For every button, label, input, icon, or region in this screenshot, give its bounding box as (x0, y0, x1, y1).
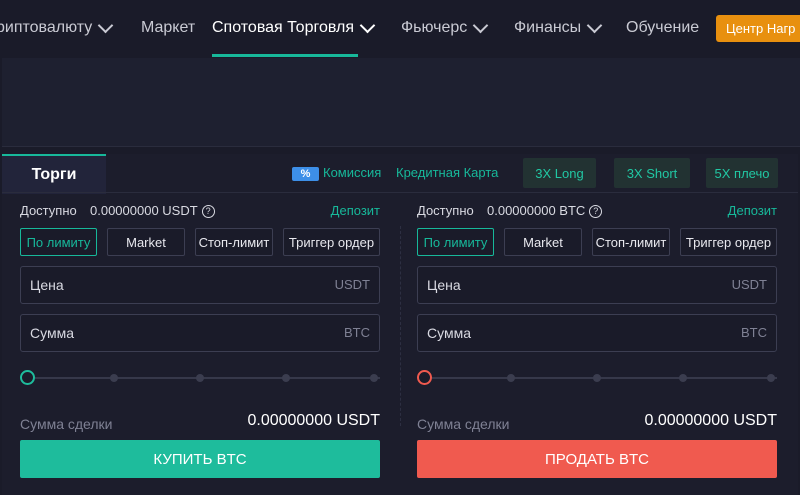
slider-step[interactable] (196, 374, 204, 382)
price-input[interactable]: Цена USDT (20, 266, 380, 304)
question-circle-icon[interactable]: ? (589, 205, 603, 218)
nav-item-label: Финансы (514, 19, 582, 36)
nav-item-market[interactable]: Маркет (141, 0, 195, 56)
nav-item-learning[interactable]: Обучение (626, 0, 699, 56)
available-amount: 0.00000000 USDT (90, 203, 198, 218)
order-type-selector: По лимиту Market Стоп-лимит Триггер орде… (417, 228, 777, 256)
amount-input[interactable]: Сумма BTC (20, 314, 380, 352)
deposit-link[interactable]: Депозит (728, 203, 777, 218)
slider-step[interactable] (282, 374, 290, 382)
nav-item-spot-trading[interactable]: Спотовая Торговля (212, 0, 376, 56)
buy-form: Доступно 0.00000000 USDT? Депозит По лим… (20, 200, 380, 478)
available-label: Доступно (417, 203, 474, 218)
total-label: Сумма сделки (417, 416, 510, 432)
available-value: 0.00000000 USDT? (90, 203, 215, 218)
amount-label: Сумма (427, 325, 471, 341)
slider-handle[interactable] (417, 370, 432, 385)
active-nav-indicator (212, 54, 358, 57)
question-circle-icon[interactable]: ? (201, 205, 215, 218)
price-input[interactable]: Цена USDT (417, 266, 777, 304)
slider-step[interactable] (767, 374, 775, 382)
order-type-stop-limit[interactable]: Стоп-лимит (195, 228, 273, 256)
order-type-limit[interactable]: По лимиту (20, 228, 97, 256)
available-row: Доступно 0.00000000 USDT? Депозит (20, 200, 380, 220)
price-label: Цена (427, 277, 461, 293)
order-type-selector: По лимиту Market Стоп-лимит Триггер орде… (20, 228, 380, 256)
amount-slider[interactable] (417, 370, 777, 386)
total-value: 0.00000000 USDT (644, 412, 777, 429)
amount-input[interactable]: Сумма BTC (417, 314, 777, 352)
amount-label: Сумма (30, 325, 74, 341)
nav-item-label: Обучение (626, 19, 700, 36)
leverage-3x-long-button[interactable]: 3X Long (523, 158, 596, 188)
total-value: 0.00000000 USDT (247, 412, 380, 429)
order-type-trigger[interactable]: Триггер ордер (283, 228, 380, 256)
nav-item-futures[interactable]: Фьючерс (401, 0, 489, 56)
total-row: Сумма сделки 0.00000000 USDT (417, 412, 777, 434)
column-divider (400, 226, 401, 426)
slider-step[interactable] (370, 374, 378, 382)
buy-button[interactable]: КУПИТЬ BTC (20, 440, 380, 478)
order-type-market[interactable]: Market (504, 228, 582, 256)
deposit-link[interactable]: Депозит (331, 203, 380, 218)
amount-unit: BTC (344, 325, 370, 340)
available-amount: 0.00000000 BTC (487, 203, 586, 218)
chevron-down-icon (359, 17, 376, 33)
amount-slider[interactable] (20, 370, 380, 386)
nav-item-label: Маркет (141, 19, 196, 36)
nav-item-label: Фьючерс (401, 19, 468, 36)
slider-step[interactable] (110, 374, 118, 382)
price-unit: USDT (731, 277, 767, 292)
slider-step[interactable] (679, 374, 687, 382)
order-type-stop-limit[interactable]: Стоп-лимит (592, 228, 670, 256)
slider-handle[interactable] (20, 370, 35, 385)
sell-button[interactable]: ПРОДАТЬ BTC (417, 440, 777, 478)
price-unit: USDT (334, 277, 370, 292)
tab-trade[interactable]: Торги (2, 154, 106, 194)
nav-item-label: риптовалюту (0, 19, 93, 36)
fee-link[interactable]: Комиссия (323, 165, 381, 180)
nav-item-crypto[interactable]: риптовалюту (0, 0, 114, 56)
reward-center-button[interactable]: Центр Нагр (716, 15, 800, 42)
slider-step[interactable] (507, 374, 515, 382)
available-value: 0.00000000 BTC? (487, 203, 603, 218)
leverage-5x-button[interactable]: 5X плечо (706, 158, 778, 188)
total-row: Сумма сделки 0.00000000 USDT (20, 412, 380, 434)
top-navigation: риптовалюту Маркет Спотовая Торговля Фью… (0, 0, 800, 57)
order-type-market[interactable]: Market (107, 228, 185, 256)
nav-item-finance[interactable]: Финансы (514, 0, 603, 56)
chevron-down-icon (586, 17, 603, 33)
percent-icon: % (292, 167, 319, 181)
trade-panel: Торги % Комиссия Кредитная Карта 3X Long… (2, 154, 798, 495)
price-label: Цена (30, 277, 64, 293)
slider-step[interactable] (593, 374, 601, 382)
leverage-3x-short-button[interactable]: 3X Short (614, 158, 690, 188)
available-label: Доступно (20, 203, 77, 218)
total-label: Сумма сделки (20, 416, 113, 432)
nav-item-label: Спотовая Торговля (212, 19, 354, 36)
credit-card-link[interactable]: Кредитная Карта (396, 165, 498, 180)
chevron-down-icon (473, 17, 489, 33)
sell-form: Доступно 0.00000000 BTC? Депозит По лими… (417, 200, 777, 478)
tab-divider (2, 192, 798, 193)
chevron-down-icon (97, 17, 114, 33)
order-type-trigger[interactable]: Триггер ордер (680, 228, 777, 256)
order-type-limit[interactable]: По лимиту (417, 228, 494, 256)
available-row: Доступно 0.00000000 BTC? Депозит (417, 200, 777, 220)
amount-unit: BTC (741, 325, 767, 340)
chart-panel (2, 58, 800, 147)
